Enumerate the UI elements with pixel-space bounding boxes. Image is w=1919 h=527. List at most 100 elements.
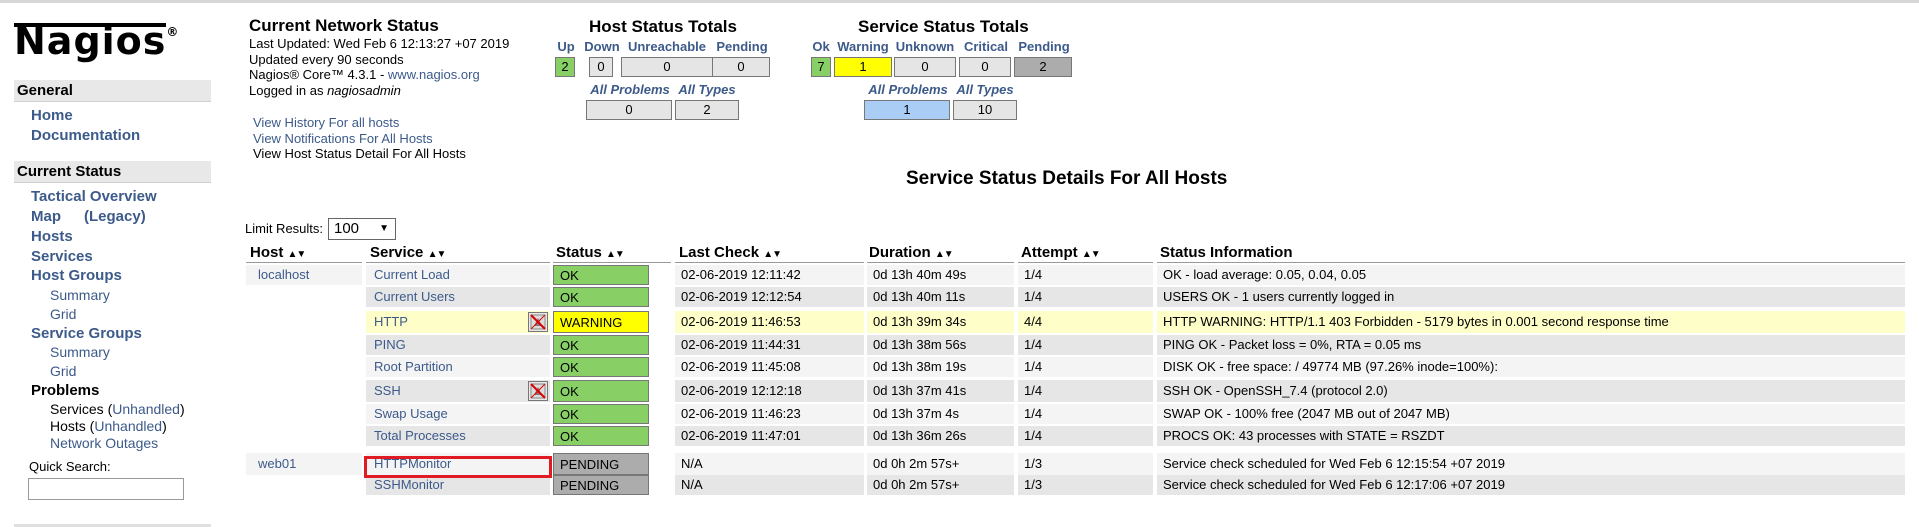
sidebar: Nagios® General Home Documentation Curre… xyxy=(0,3,225,527)
col-header-attempt-label: Attempt xyxy=(1021,244,1078,261)
host-cell xyxy=(246,380,362,402)
sidebar-item-services[interactable]: Services xyxy=(31,248,93,265)
host-cell xyxy=(246,287,362,307)
svc-hdr-all-problems[interactable]: All Problems xyxy=(864,82,952,97)
svc-hdr-ok[interactable]: Ok xyxy=(808,39,834,54)
sidebar-item-hosts-unhandled[interactable]: Hosts (Unhandled) xyxy=(50,418,167,434)
sidebar-item-problems[interactable]: Problems xyxy=(31,382,99,399)
logged-in-as: Logged in as nagiosadmin xyxy=(249,83,509,99)
service-cell[interactable]: Current Users xyxy=(366,287,550,307)
sidebar-item-hg-grid[interactable]: Grid xyxy=(50,306,76,322)
sort-icon[interactable]: ▲▼ xyxy=(288,249,307,260)
svc-val-pending[interactable]: 2 xyxy=(1014,57,1072,77)
svc-val-all-problems[interactable]: 1 xyxy=(864,100,950,120)
view-host-detail-link[interactable]: View Host Status Detail For All Hosts xyxy=(253,146,466,162)
sidebar-item-sg-summary[interactable]: Summary xyxy=(50,344,110,360)
host-hdr-down[interactable]: Down xyxy=(582,39,622,54)
svc-hdr-warning[interactable]: Warning xyxy=(835,39,891,54)
sidebar-item-host-groups[interactable]: Host Groups xyxy=(31,267,122,284)
sidebar-item-hosts[interactable]: Hosts xyxy=(31,228,73,245)
sidebar-item-map[interactable]: Map xyxy=(31,208,61,225)
notifications-disabled-icon[interactable] xyxy=(528,312,548,332)
host-cell[interactable]: localhost xyxy=(246,265,362,285)
status-badge: OK xyxy=(553,265,649,285)
logo-mark: ® xyxy=(166,25,180,40)
col-header-last-check[interactable]: Last Check ▲▼ xyxy=(679,244,782,261)
svc-val-unknown[interactable]: 0 xyxy=(894,57,956,77)
nagios-logo[interactable]: Nagios® xyxy=(14,19,179,63)
svc-hdr-unknown[interactable]: Unknown xyxy=(893,39,957,54)
svc-val-all-types[interactable]: 10 xyxy=(953,100,1017,120)
notifications-disabled-icon[interactable] xyxy=(528,381,548,401)
page-title: Service Status Details For All Hosts xyxy=(906,168,1228,189)
view-history-link[interactable]: View History For all hosts xyxy=(253,115,466,131)
sidebar-item-home[interactable]: Home xyxy=(31,107,73,124)
host-val-pending[interactable]: 0 xyxy=(712,57,770,77)
notifications-disabled-glyph xyxy=(530,383,546,399)
service-cell[interactable]: Root Partition xyxy=(366,357,550,377)
host-val-down[interactable]: 0 xyxy=(589,57,613,77)
svc-val-warning[interactable]: 1 xyxy=(834,57,892,77)
sidebar-item-service-groups[interactable]: Service Groups xyxy=(31,325,142,342)
sidebar-item-documentation[interactable]: Documentation xyxy=(31,127,140,144)
host-hdr-pending[interactable]: Pending xyxy=(712,39,772,54)
host-cell xyxy=(246,357,362,377)
attempt-cell: 1/3 xyxy=(1018,475,1153,495)
sort-icon[interactable]: ▲▼ xyxy=(1082,249,1101,260)
services-unhandled-link[interactable]: Unhandled xyxy=(112,401,180,417)
svc-hdr-critical[interactable]: Critical xyxy=(959,39,1013,54)
col-header-service[interactable]: Service ▲▼ xyxy=(370,244,447,261)
status-badge: OK xyxy=(553,380,649,402)
service-cell[interactable]: HTTP xyxy=(366,311,550,333)
sort-icon[interactable]: ▲▼ xyxy=(606,249,625,260)
nagios-org-link[interactable]: www.nagios.org xyxy=(388,67,480,82)
host-val-all-types[interactable]: 2 xyxy=(675,100,739,120)
notifications-disabled-glyph xyxy=(530,314,546,330)
attempt-cell: 1/4 xyxy=(1018,404,1153,424)
svc-hdr-pending[interactable]: Pending xyxy=(1015,39,1073,54)
host-hdr-all-problems[interactable]: All Problems xyxy=(586,82,674,97)
last-check-cell: N/A xyxy=(675,475,864,495)
sort-icon[interactable]: ▲▼ xyxy=(935,249,954,260)
svc-hdr-all-types[interactable]: All Types xyxy=(954,82,1016,97)
sort-icon[interactable]: ▲▼ xyxy=(428,249,447,260)
hosts-unhandled-link[interactable]: Unhandled xyxy=(94,418,162,434)
limit-results-select[interactable]: 100 ▼ xyxy=(328,218,396,240)
duration-cell: 0d 13h 37m 4s xyxy=(867,404,1014,424)
host-cell[interactable]: web01 xyxy=(246,453,362,475)
service-totals-title: Service Status Totals xyxy=(858,17,1029,36)
col-header-status[interactable]: Status ▲▼ xyxy=(556,244,625,261)
host-val-all-problems[interactable]: 0 xyxy=(586,100,672,120)
sidebar-item-map-legacy[interactable]: (Legacy) xyxy=(84,208,146,225)
network-status-title: Current Network Status xyxy=(249,16,439,35)
duration-cell: 0d 13h 38m 19s xyxy=(867,357,1014,377)
status-badge: WARNING xyxy=(553,311,649,333)
host-hdr-unreachable[interactable]: Unreachable xyxy=(624,39,710,54)
sidebar-item-network-outages[interactable]: Network Outages xyxy=(50,435,158,451)
col-header-host[interactable]: Host ▲▼ xyxy=(250,244,307,261)
sidebar-item-sg-grid[interactable]: Grid xyxy=(50,363,76,379)
service-cell[interactable]: Swap Usage xyxy=(366,404,550,424)
sidebar-item-tactical-overview[interactable]: Tactical Overview xyxy=(31,188,157,205)
service-cell[interactable]: Total Processes xyxy=(366,426,550,446)
host-hdr-all-types[interactable]: All Types xyxy=(676,82,738,97)
col-header-duration[interactable]: Duration ▲▼ xyxy=(869,244,954,261)
logo-text: Nagios xyxy=(14,19,167,63)
host-hdr-up[interactable]: Up xyxy=(556,39,576,54)
sidebar-item-services-unhandled[interactable]: Services (Unhandled) xyxy=(50,401,185,417)
sort-icon[interactable]: ▲▼ xyxy=(763,249,782,260)
service-cell[interactable]: PING xyxy=(366,335,550,355)
service-cell[interactable]: SSH xyxy=(366,380,550,402)
svc-val-critical[interactable]: 0 xyxy=(959,57,1011,77)
view-notifications-link[interactable]: View Notifications For All Hosts xyxy=(253,131,466,147)
sidebar-item-hg-summary[interactable]: Summary xyxy=(50,287,110,303)
quick-search-input[interactable] xyxy=(28,478,184,500)
hosts-unhandled-suffix: ) xyxy=(162,418,167,434)
service-cell[interactable]: Current Load xyxy=(366,265,550,285)
col-header-host-label: Host xyxy=(250,244,284,261)
host-val-unreachable[interactable]: 0 xyxy=(621,57,713,77)
col-header-attempt[interactable]: Attempt ▲▼ xyxy=(1021,244,1101,261)
host-val-up[interactable]: 2 xyxy=(555,57,575,77)
service-cell[interactable]: SSHMonitor xyxy=(366,475,550,495)
svc-val-ok[interactable]: 7 xyxy=(811,57,831,77)
